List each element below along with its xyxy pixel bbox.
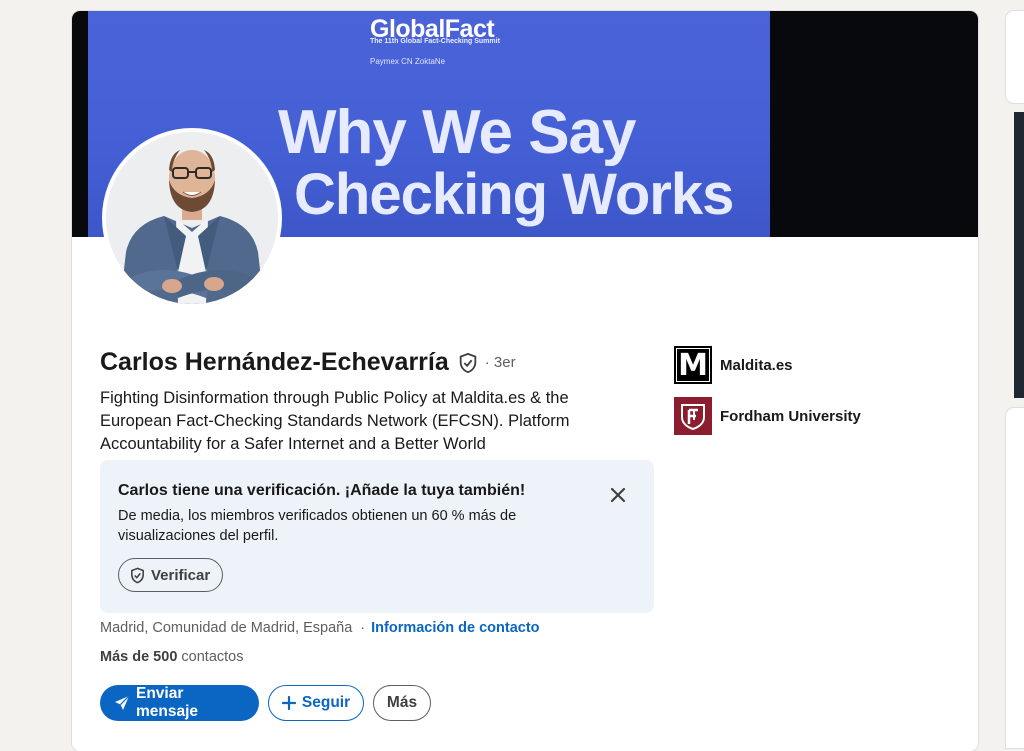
profile-headline: Fighting Disinformation through Public P…	[100, 389, 570, 453]
profile-card: GlobalFact The 11th Global Fact-Checking…	[72, 11, 978, 751]
verification-text: De media, los miembros verificados obtie…	[118, 508, 517, 544]
fordham-logo-icon	[674, 397, 712, 435]
connection-degree: · 3er	[484, 354, 516, 371]
send-message-label: Enviar mensaje	[136, 685, 199, 720]
banner-slogan-line2: Checking Works	[294, 162, 734, 227]
more-button[interactable]: Más	[373, 685, 431, 721]
contact-info-link[interactable]: Información de contacto	[371, 620, 539, 636]
verification-title: Carlos tiene una verificación. ¡Añade la…	[118, 482, 526, 499]
banner-slogan-line1: Why We Say	[278, 98, 637, 167]
right-rail-ad[interactable]	[1014, 112, 1024, 398]
verify-button-label: Verificar	[151, 566, 211, 584]
location-separator: ·	[360, 620, 366, 636]
plus-icon	[281, 696, 296, 710]
more-label: Más	[386, 694, 418, 711]
org-fordham[interactable]: Fordham University	[674, 397, 861, 435]
follow-button[interactable]: Seguir	[268, 685, 364, 721]
verified-shield-icon[interactable]	[457, 352, 479, 374]
connections-label: contactos	[181, 649, 244, 665]
close-verification-button[interactable]	[606, 483, 630, 507]
verification-prompt: Carlos tiene una verificación. ¡Añade la…	[100, 460, 654, 613]
connections-count[interactable]: Más de 500 contactos	[100, 649, 244, 665]
verify-button[interactable]: Verificar	[118, 558, 224, 592]
maldita-logo-icon: M	[674, 346, 712, 384]
shield-check-icon	[129, 567, 146, 584]
org-fordham-name: Fordham University	[720, 407, 861, 425]
org-maldita[interactable]: M Maldita.es	[674, 346, 793, 384]
send-message-button[interactable]: Enviar mensaje	[100, 685, 259, 721]
send-icon	[114, 695, 130, 711]
org-maldita-name: Maldita.es	[720, 356, 793, 374]
location-row: Madrid, Comunidad de Madrid, España · In…	[100, 620, 540, 636]
profile-name: Carlos Hernández-Echevarría	[100, 348, 449, 376]
follow-label: Seguir	[301, 694, 351, 711]
connections-number: Más de 500	[100, 649, 178, 665]
right-rail-card-top	[1006, 11, 1024, 103]
profile-name-row: Carlos Hernández-Echevarría · 3er	[100, 348, 516, 377]
banner-sponsors: Paymex CN ZoktaNe	[370, 57, 446, 66]
close-icon	[610, 487, 626, 503]
banner-event-subtitle: The 11th Global Fact-Checking Summit	[370, 38, 500, 45]
profile-actions: Enviar mensaje Seguir Más	[100, 685, 431, 721]
profile-location: Madrid, Comunidad de Madrid, España	[100, 620, 353, 636]
right-rail-card-bottom	[1006, 408, 1024, 748]
avatar-photo	[106, 132, 278, 304]
profile-avatar[interactable]	[102, 128, 282, 308]
